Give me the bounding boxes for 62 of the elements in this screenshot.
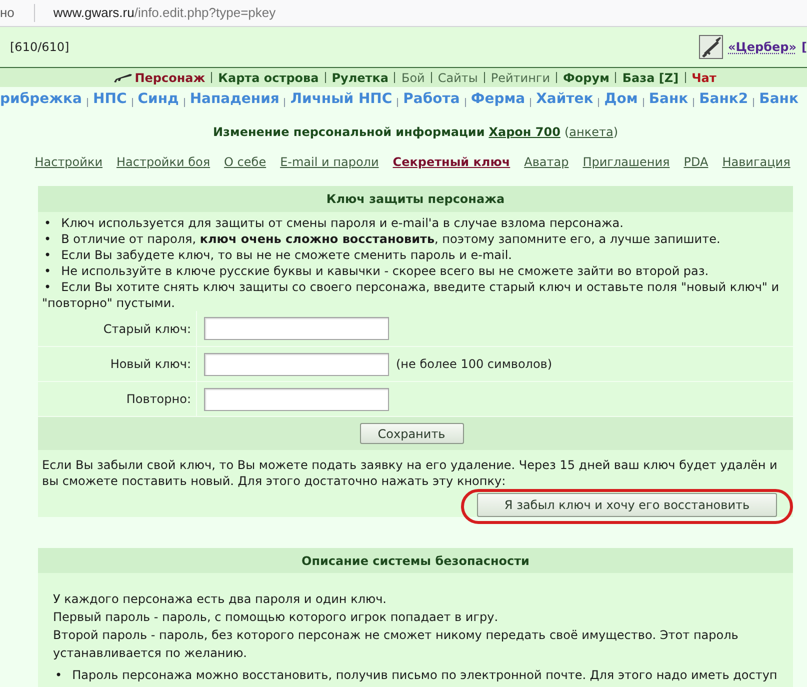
- clan-link[interactable]: «Цербер»: [728, 38, 797, 56]
- settings-tab[interactable]: Настройки: [34, 154, 102, 170]
- nav-link[interactable]: Чат: [692, 68, 716, 86]
- description-text: Первый пароль - пароль, с помощью которого игрок попадает в игру.: [53, 609, 500, 626]
- settings-tab[interactable]: Навигация: [722, 154, 790, 170]
- settings-tab[interactable]: Приглашения: [582, 154, 670, 170]
- location-link[interactable]: Хайтек: [536, 88, 594, 110]
- address-bar[interactable]: но www.gwars.ru/info.edit.php?type=pkey: [0, 0, 807, 27]
- note-text: • Если Вы забудете ключ, то вы не не сможете сменить пароль и e-mail.: [43, 247, 513, 263]
- gun-icon[interactable]: [699, 35, 724, 59]
- location-link[interactable]: Ферма: [470, 88, 526, 110]
- location-link[interactable]: Банк2: [699, 88, 748, 110]
- forgot-key-text: Если Вы забыли свой ключ, то Вы можете подать заявку на его удаление. Через 15 дней ваш ключ будет удалён и вы сможете поставить новый. Для этого достаточно нажать эту кнопку:: [42, 457, 778, 489]
- settings-tab[interactable]: Аватар: [524, 154, 569, 170]
- nav-link[interactable]: Рейтинги: [490, 68, 550, 86]
- location-link[interactable]: рибрежка: [0, 88, 82, 110]
- settings-tab[interactable]: Секретный ключ: [392, 154, 510, 170]
- note-text: • Пароль персонажа можно восстановить, получив письмо по электронной почте. Для этого надо иметь доступ: [54, 667, 778, 684]
- nav-link[interactable]: Бой: [401, 68, 425, 86]
- location-link[interactable]: Личный НПС: [290, 88, 392, 110]
- gun-icon: [112, 72, 133, 82]
- panel-title: Ключ защиты персонажа: [38, 186, 793, 212]
- nav-link[interactable]: Сайты: [438, 68, 478, 86]
- location-link[interactable]: Банк: [648, 88, 688, 110]
- note-text: • Ключ используется для защиты от смены пароля и e-mail'a в случае взлома персонажа.: [43, 215, 624, 231]
- settings-tab[interactable]: E-mail и пароли: [280, 154, 379, 170]
- field-label: Новый ключ:: [110, 356, 191, 373]
- note-text: • В отличие от пароля, ключ очень сложно восстановить, поэтому запомните его, а лучше запишите.: [43, 231, 722, 247]
- nav-link[interactable]: База [Z]: [622, 68, 679, 86]
- profile-link[interactable]: анкета: [569, 124, 614, 140]
- location-link[interactable]: Дом: [604, 88, 638, 110]
- forgot-key-button[interactable]: Я забыл ключ и хочу его восстановить: [477, 493, 777, 517]
- key-input-field[interactable]: [204, 352, 389, 376]
- url-text[interactable]: www.gwars.ru/info.edit.php?type=pkey: [53, 3, 276, 23]
- health-text: [610/610]: [10, 39, 70, 56]
- location-link[interactable]: Работа: [403, 88, 460, 110]
- note-text: • Не используйте в ключе русские буквы и кавычки - скорее всего вы не сможете зайти во второй раз.: [43, 263, 710, 279]
- panel-title: Описание системы безопасности: [38, 548, 793, 573]
- description-text: Второй пароль - пароль, без которого персонаж не сможет никому передать своё имущество. Этот пароль устанавливается по желанию.: [53, 627, 740, 662]
- key-input-field[interactable]: [204, 317, 389, 340]
- description-text: У каждого персонажа есть два пароля и один ключ.: [53, 591, 388, 608]
- nav-link[interactable]: Карта острова: [218, 68, 319, 86]
- location-link[interactable]: Нападения: [190, 88, 280, 110]
- save-button[interactable]: Сохранить: [360, 423, 464, 444]
- nav-link[interactable]: Персонаж: [134, 68, 206, 86]
- length-hint: (не более 100 символов): [396, 356, 552, 373]
- page-title: Изменение персональной информации Харон 700 (анкета): [212, 124, 619, 140]
- nav-link[interactable]: Форум: [563, 68, 610, 86]
- settings-tab[interactable]: Настройки боя: [116, 154, 210, 170]
- field-label: Старый ключ:: [103, 320, 191, 338]
- note-text: • Если Вы хотите снять ключ защиты со своего персонажа, введите старый ключ и оставьте поля "новый ключ" и "повторно" пустыми.: [42, 279, 780, 311]
- cut-text: [: [802, 39, 807, 56]
- nav-link[interactable]: Рулетка: [332, 68, 388, 86]
- location-link[interactable]: Банк: [759, 88, 798, 110]
- key-input-field[interactable]: [204, 388, 389, 410]
- location-link[interactable]: Синд: [138, 88, 179, 110]
- security-label: но: [0, 4, 14, 22]
- field-label: Повторно:: [126, 391, 191, 408]
- character-link[interactable]: Харон 700: [488, 124, 560, 140]
- settings-tab[interactable]: PDA: [684, 154, 708, 170]
- location-link[interactable]: НПС: [93, 88, 127, 110]
- settings-tab[interactable]: О себе: [224, 154, 266, 170]
